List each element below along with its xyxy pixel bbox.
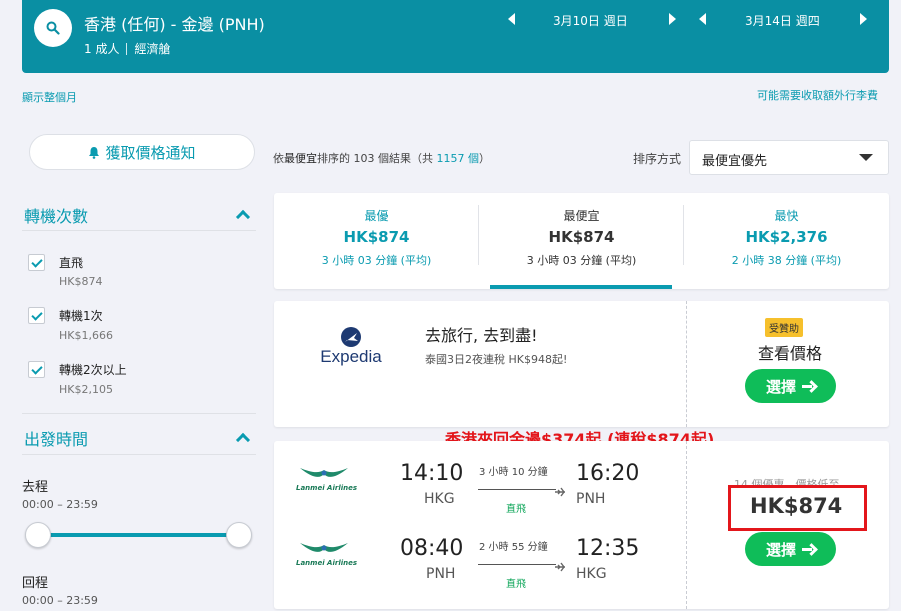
return-next-day-icon[interactable]	[860, 13, 867, 25]
divider	[22, 230, 256, 231]
return-date[interactable]: 3月14日 週四	[745, 12, 820, 29]
depart-date[interactable]: 3月10日 週日	[553, 12, 628, 29]
stops-one-label[interactable]: 轉機1次	[59, 307, 103, 324]
flight-select-button[interactable]: 選擇	[745, 532, 836, 566]
airline-logo	[294, 540, 354, 559]
slider-handle-min[interactable]	[25, 522, 51, 548]
ad-view-prices: 查看價格	[758, 344, 823, 363]
flight-price: HK$874	[750, 494, 843, 518]
tab-cheapest[interactable]: 最便宜 HK$874 3 小時 03 分鐘 (平均)	[479, 193, 684, 289]
outbound-stops: 直飛	[506, 504, 526, 515]
inbound-arrival-time: 12:35	[576, 536, 640, 561]
stops-direct-label[interactable]: 直飛	[59, 254, 83, 271]
tab-best-title: 最優	[364, 209, 389, 223]
search-icon	[46, 21, 60, 35]
stops-two-plus-price: HK$2,105	[59, 383, 113, 396]
tab-best-price: HK$874	[343, 228, 410, 246]
stops-one-checkbox[interactable]	[28, 307, 45, 324]
tab-best-duration: 3 小時 03 分鐘 (平均)	[321, 254, 432, 267]
result-count-sort: 最便宜	[284, 152, 317, 165]
show-whole-month-link[interactable]: 顯示整個月	[22, 89, 77, 105]
passenger-cabin-summary[interactable]: 1 成人 經濟艙	[84, 40, 170, 57]
ad-select-label: 選擇	[765, 377, 796, 396]
stops-direct-checkbox[interactable]	[28, 254, 45, 271]
tab-cheapest-duration: 3 小時 03 分鐘 (平均)	[526, 254, 637, 267]
extra-baggage-fees-link[interactable]: 可能需要收取額外行李費	[757, 87, 878, 103]
tab-fastest-duration: 2 小時 38 分鐘 (平均)	[731, 254, 842, 267]
inbound-departure-time: 08:40	[400, 536, 464, 561]
price-alert-button[interactable]: 獲取價格通知	[29, 134, 255, 170]
ad-description: 泰國3日2夜連稅 HK$948起!	[425, 353, 568, 366]
sponsored-badge: 受贊助	[765, 318, 803, 337]
result-count-suffix: ）	[479, 152, 490, 165]
outbound-time-slider[interactable]	[38, 533, 240, 537]
outbound-arrival-airport: PNH	[576, 491, 606, 507]
stops-two-plus-checkbox[interactable]	[28, 361, 45, 378]
ad-select-button[interactable]: 選擇	[745, 369, 836, 403]
inbound-departure-airport: PNH	[426, 566, 456, 582]
return-prev-day-icon[interactable]	[699, 13, 706, 25]
passenger-count: 1 成人	[84, 42, 120, 56]
arrow-right-icon	[802, 380, 815, 393]
tab-cheapest-title: 最便宜	[563, 209, 600, 223]
result-count: 依最便宜排序的 103 個結果（共 1157 個）	[273, 150, 490, 166]
tab-fastest-title: 最快	[774, 209, 799, 223]
plane-icon	[554, 483, 566, 502]
plane-icon	[554, 558, 566, 577]
return-time-range: 00:00 – 23:59	[22, 594, 98, 607]
tab-best[interactable]: 最優 HK$874 3 小時 03 分鐘 (平均)	[274, 193, 479, 289]
divider	[686, 441, 687, 609]
route-summary[interactable]: 香港 (任何) - 金邊 (PNH)	[84, 11, 265, 35]
price-alert-label: 獲取價格通知	[105, 143, 196, 162]
active-tab-indicator	[490, 285, 672, 289]
expedia-logo-text: Expedia	[320, 347, 382, 366]
ad-title: 去旅行, 去到盡!	[425, 326, 538, 345]
flight-select-label: 選擇	[765, 540, 796, 559]
result-count-middle: 排序的 103 個結果（共	[317, 152, 437, 165]
caret-down-icon[interactable]	[859, 154, 873, 161]
divider	[22, 454, 256, 455]
result-total-link[interactable]: 1157 個	[437, 152, 480, 165]
stops-direct-price: HK$874	[59, 275, 103, 288]
tab-fastest[interactable]: 最快 HK$2,376 2 小時 38 分鐘 (平均)	[684, 193, 889, 289]
outbound-departure-airport: HKG	[424, 491, 455, 507]
cabin-class: 經濟艙	[134, 42, 171, 56]
expedia-logo: Expedia	[314, 326, 388, 370]
inbound-route-line	[478, 564, 556, 565]
stops-filter-title[interactable]: 轉機次數	[24, 203, 88, 227]
airline-name: Lanmei Airlines	[296, 559, 358, 567]
divider	[22, 413, 256, 414]
outbound-route-line	[478, 489, 556, 490]
search-header: 香港 (任何) - 金邊 (PNH) 1 成人 經濟艙 3月10日 週日 3月14…	[22, 0, 889, 73]
inbound-stops: 直飛	[506, 579, 526, 590]
bell-icon	[89, 146, 100, 159]
outbound-departure-time: 14:10	[400, 461, 464, 486]
tab-cheapest-price: HK$874	[548, 228, 615, 246]
tab-fastest-price: HK$2,376	[745, 228, 828, 246]
depart-prev-day-icon[interactable]	[508, 13, 515, 25]
stops-one-price: HK$1,666	[59, 329, 113, 342]
inbound-duration: 2 小時 55 分鐘	[479, 542, 548, 553]
outbound-time-range: 00:00 – 23:59	[22, 498, 98, 511]
divider	[686, 301, 687, 427]
outbound-arrival-time: 16:20	[576, 461, 640, 486]
slider-handle-max[interactable]	[226, 522, 252, 548]
outbound-duration: 3 小時 10 分鐘	[479, 467, 548, 478]
depart-next-day-icon[interactable]	[669, 13, 676, 25]
inbound-arrival-airport: HKG	[576, 566, 607, 582]
result-count-prefix: 依	[273, 152, 284, 165]
return-time-label: 回程	[22, 576, 49, 591]
stops-two-plus-label[interactable]: 轉機2次以上	[59, 361, 127, 378]
sort-label: 排序方式	[633, 152, 682, 166]
chevron-up-icon[interactable]	[235, 432, 251, 448]
arrow-right-icon	[802, 543, 815, 556]
departure-time-filter-title[interactable]: 出發時間	[24, 426, 88, 450]
chevron-up-icon[interactable]	[235, 209, 251, 225]
search-button[interactable]	[34, 9, 72, 47]
outbound-time-label: 去程	[22, 480, 49, 495]
airline-logo	[294, 465, 354, 484]
airline-name: Lanmei Airlines	[296, 484, 358, 492]
sort-tabs: 最優 HK$874 3 小時 03 分鐘 (平均) 最便宜 HK$874 3 小…	[274, 193, 889, 289]
